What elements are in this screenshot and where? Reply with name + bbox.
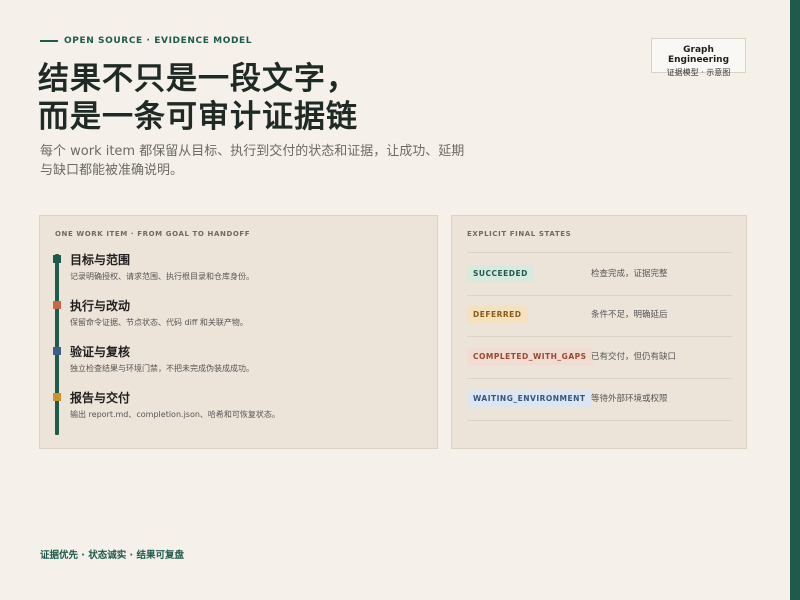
footer-tagline: 证据优先 · 状态诚实 · 结果可复盘 bbox=[40, 550, 184, 561]
headline-line-1: 结果不只是一段文字， bbox=[38, 61, 358, 97]
timeline-rail bbox=[55, 254, 59, 435]
state-row-succeeded: SUCCEEDED 检查完成，证据完整 bbox=[467, 252, 732, 296]
final-states-card-title: EXPLICIT FINAL STATES bbox=[467, 230, 572, 238]
headline-line-2: 而是一条可审计证据链 bbox=[38, 99, 358, 135]
step-desc: 保留命令证据、节点状态、代码 diff 和关联产物。 bbox=[70, 318, 248, 327]
state-row-waiting-environment: WAITING_ENVIRONMENT 等待外部环境或权限 bbox=[467, 378, 732, 421]
step-desc: 独立检查结果与环境门禁，不把未完成伪装成成功。 bbox=[70, 364, 254, 373]
brand-box: Graph Engineering 证据模型 · 示意图 bbox=[651, 38, 746, 77]
state-row-completed-with-gaps: COMPLETED_WITH_GAPS 已有交付，但仍有缺口 bbox=[467, 336, 732, 379]
eyebrow-rule bbox=[40, 40, 58, 42]
page-subtitle: 每个 work item 都保留从目标、执行到交付的状态和证据，让成功、延期与缺… bbox=[40, 144, 465, 178]
status-badge: WAITING_ENVIRONMENT bbox=[467, 390, 592, 407]
state-desc: 条件不足，明确延后 bbox=[591, 310, 668, 320]
final-states-card: EXPLICIT FINAL STATES SUCCEEDED 检查完成，证据完… bbox=[451, 215, 747, 449]
page-title: 结果不只是一段文字， 而是一条可审计证据链 bbox=[38, 60, 358, 136]
status-badge: DEFERRED bbox=[467, 306, 528, 323]
step-title: 执行与改动 bbox=[70, 299, 131, 313]
state-desc: 检查完成，证据完整 bbox=[591, 269, 668, 279]
status-badge: COMPLETED_WITH_GAPS bbox=[467, 348, 593, 365]
step-desc: 记录明确授权、请求范围、执行根目录和仓库身份。 bbox=[70, 272, 254, 281]
step-title: 目标与范围 bbox=[70, 253, 131, 267]
step-marker bbox=[53, 393, 61, 401]
work-item-card: ONE WORK ITEM · FROM GOAL TO HANDOFF 目标与… bbox=[39, 215, 438, 449]
state-desc: 已有交付，但仍有缺口 bbox=[591, 352, 677, 362]
eyebrow: OPEN SOURCE · EVIDENCE MODEL bbox=[40, 36, 252, 46]
state-row-deferred: DEFERRED 条件不足，明确延后 bbox=[467, 294, 732, 337]
step-marker bbox=[53, 255, 61, 263]
step-marker bbox=[53, 301, 61, 309]
brand-subtitle: 证据模型 · 示意图 bbox=[666, 68, 731, 77]
step-marker bbox=[53, 347, 61, 355]
step-title: 验证与复核 bbox=[70, 345, 131, 359]
eyebrow-text: OPEN SOURCE · EVIDENCE MODEL bbox=[64, 36, 253, 46]
step-desc: 输出 report.md、completion.json、哈希和可恢复状态。 bbox=[70, 410, 280, 419]
brand-title: Graph Engineering bbox=[667, 45, 730, 65]
step-title: 报告与交付 bbox=[70, 391, 131, 405]
work-item-card-title: ONE WORK ITEM · FROM GOAL TO HANDOFF bbox=[55, 230, 251, 238]
state-desc: 等待外部环境或权限 bbox=[591, 394, 668, 404]
accent-side-bar bbox=[790, 0, 800, 600]
status-badge: SUCCEEDED bbox=[467, 265, 534, 282]
